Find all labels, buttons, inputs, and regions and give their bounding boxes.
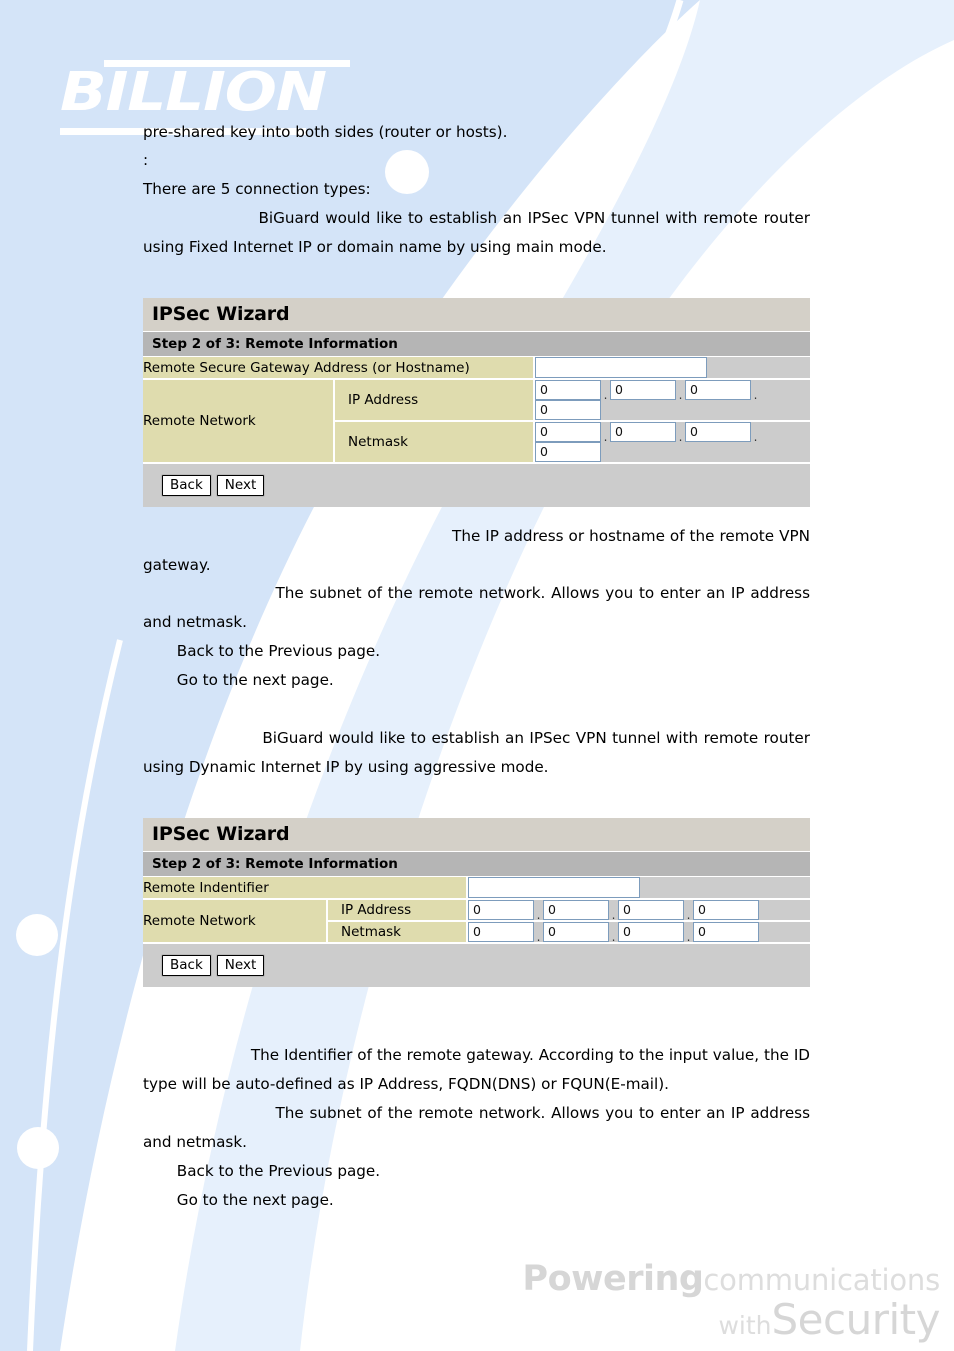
wizard-form-2: Remote Indentifier Remote Network IP Add… [143,877,810,987]
paragraph-gateway-description: The IP address or hostname of the remote… [143,527,815,574]
remote-identifier-input[interactable] [468,877,640,898]
ip-octet-3[interactable]: 0 [618,900,684,920]
ip-separator: . [611,930,616,944]
table-row: Remote Indentifier [143,877,810,900]
netmask-field-cell-1: 0. 0. 0.0 [534,421,810,464]
next-button-2[interactable]: Next [216,955,265,976]
wizard-title-1: IPSec Wizard [143,298,810,332]
netmask-field-cell-2: 0.0.0.0 [467,921,810,944]
netmask-octet-3[interactable]: 0 [618,922,684,942]
tagline-security: Security [771,1295,941,1344]
paragraph-next-description-2: Go to the next page. [143,1191,334,1209]
ip-separator: . [611,908,616,922]
swoosh-circle-middle [16,914,58,956]
paragraph-main-mode-description: BiGuard would like to establish an IPSec… [143,209,815,256]
paragraph-back-description-1: Back to the Previous page. [143,642,381,660]
tagline-line-2: withSecurity [522,1299,940,1341]
tagline-powering: Powering [522,1259,704,1299]
footer-tagline: Poweringcommunications withSecurity [522,1262,940,1341]
paragraph-next-description-1: Go to the next page. [143,671,334,689]
wizard-step-header-2: Step 2 of 3: Remote Information [143,852,810,877]
paragraph-aggressive-mode-description: BiGuard would like to establish an IPSec… [143,729,815,776]
tagline-communications: communications [703,1263,940,1297]
remote-network-label-1: Remote Network [143,379,335,464]
tagline-with: with [718,1311,772,1340]
ip-separator: . [536,930,541,944]
ip-separator: . [753,430,758,444]
table-row: Remote Network IP Address 0.0.0.0 [143,379,810,464]
paragraph-identifier-description: The Identifier of the remote gateway. Ac… [143,1046,815,1093]
ip-separator: . [678,430,683,444]
paragraph-connection-types: There are 5 connection types: [143,180,371,198]
wizard-form-1: Remote Secure Gateway Address (or Hostna… [143,357,810,507]
wizard-button-row-1: Back Next [143,464,810,507]
ip-separator: . [536,908,541,922]
table-row: Remote Network IP Address 0.0.0.0 [143,899,810,944]
document-page: BILLION pre-shared key into both sides (… [0,0,954,1351]
back-button-1[interactable]: Back [162,475,211,496]
paragraph-colon: : [143,151,149,169]
wizard-button-row-2: Back Next [143,944,810,987]
ip-octet-4[interactable]: 0 [693,900,759,920]
netmask-label-2: Netmask [327,921,468,944]
tagline-line-1: Poweringcommunications [522,1262,940,1297]
wizard-step-header-1: Step 2 of 3: Remote Information [143,332,810,357]
remote-identifier-label: Remote Indentifier [143,877,468,900]
ipsec-wizard-panel-1: IPSec Wizard Step 2 of 3: Remote Informa… [143,298,810,507]
netmask-label-1: Netmask [334,421,535,464]
remote-network-label-2: Remote Network [143,899,328,944]
netmask-octet-2[interactable]: 0 [543,922,609,942]
table-row: Remote Secure Gateway Address (or Hostna… [143,357,810,380]
remote-gateway-field-cell [534,357,810,380]
ipsec-wizard-panel-2: IPSec Wizard Step 2 of 3: Remote Informa… [143,818,810,987]
ip-octet-3[interactable]: 0 [685,380,751,400]
ip-octet-2[interactable]: 0 [543,900,609,920]
netmask-octet-4[interactable]: 0 [535,442,601,462]
swoosh-inner-arc [27,639,123,1351]
remote-gateway-label: Remote Secure Gateway Address (or Hostna… [143,357,535,380]
ip-octet-2[interactable]: 0 [610,380,676,400]
ip-address-field-cell-1: 0. 0. 0.0 [534,379,810,422]
ip-address-field-cell-2: 0.0.0.0 [467,899,810,922]
next-button-1[interactable]: Next [216,475,265,496]
remote-gateway-input[interactable] [535,357,707,378]
ip-separator: . [753,388,758,402]
ip-octet-1[interactable]: 0 [535,380,601,400]
ip-separator: . [603,388,608,402]
netmask-octet-3[interactable]: 0 [685,422,751,442]
remote-identifier-field-cell [467,877,810,900]
netmask-octet-1[interactable]: 0 [535,422,601,442]
ip-separator: . [686,930,691,944]
swoosh-circle-bottom [17,1127,59,1169]
netmask-octet-2[interactable]: 0 [610,422,676,442]
paragraph-back-description-2: Back to the Previous page. [143,1162,381,1180]
paragraph-pre-shared-key: pre-shared key into both sides (router o… [143,123,508,141]
ip-separator: . [678,388,683,402]
ip-octet-4[interactable]: 0 [535,400,601,420]
logo-wordmark: BILLION [60,61,327,124]
ip-octet-1[interactable]: 0 [468,900,534,920]
ip-separator: . [603,430,608,444]
paragraph-network-description-2: The subnet of the remote network. Allows… [143,1104,815,1151]
paragraph-network-description-1: The subnet of the remote network. Allows… [143,584,815,631]
ip-address-label-1: IP Address [334,379,535,422]
wizard-title-2: IPSec Wizard [143,818,810,852]
netmask-octet-1[interactable]: 0 [468,922,534,942]
ip-address-label-2: IP Address [327,899,468,922]
netmask-octet-4[interactable]: 0 [693,922,759,942]
back-button-2[interactable]: Back [162,955,211,976]
ip-separator: . [686,908,691,922]
